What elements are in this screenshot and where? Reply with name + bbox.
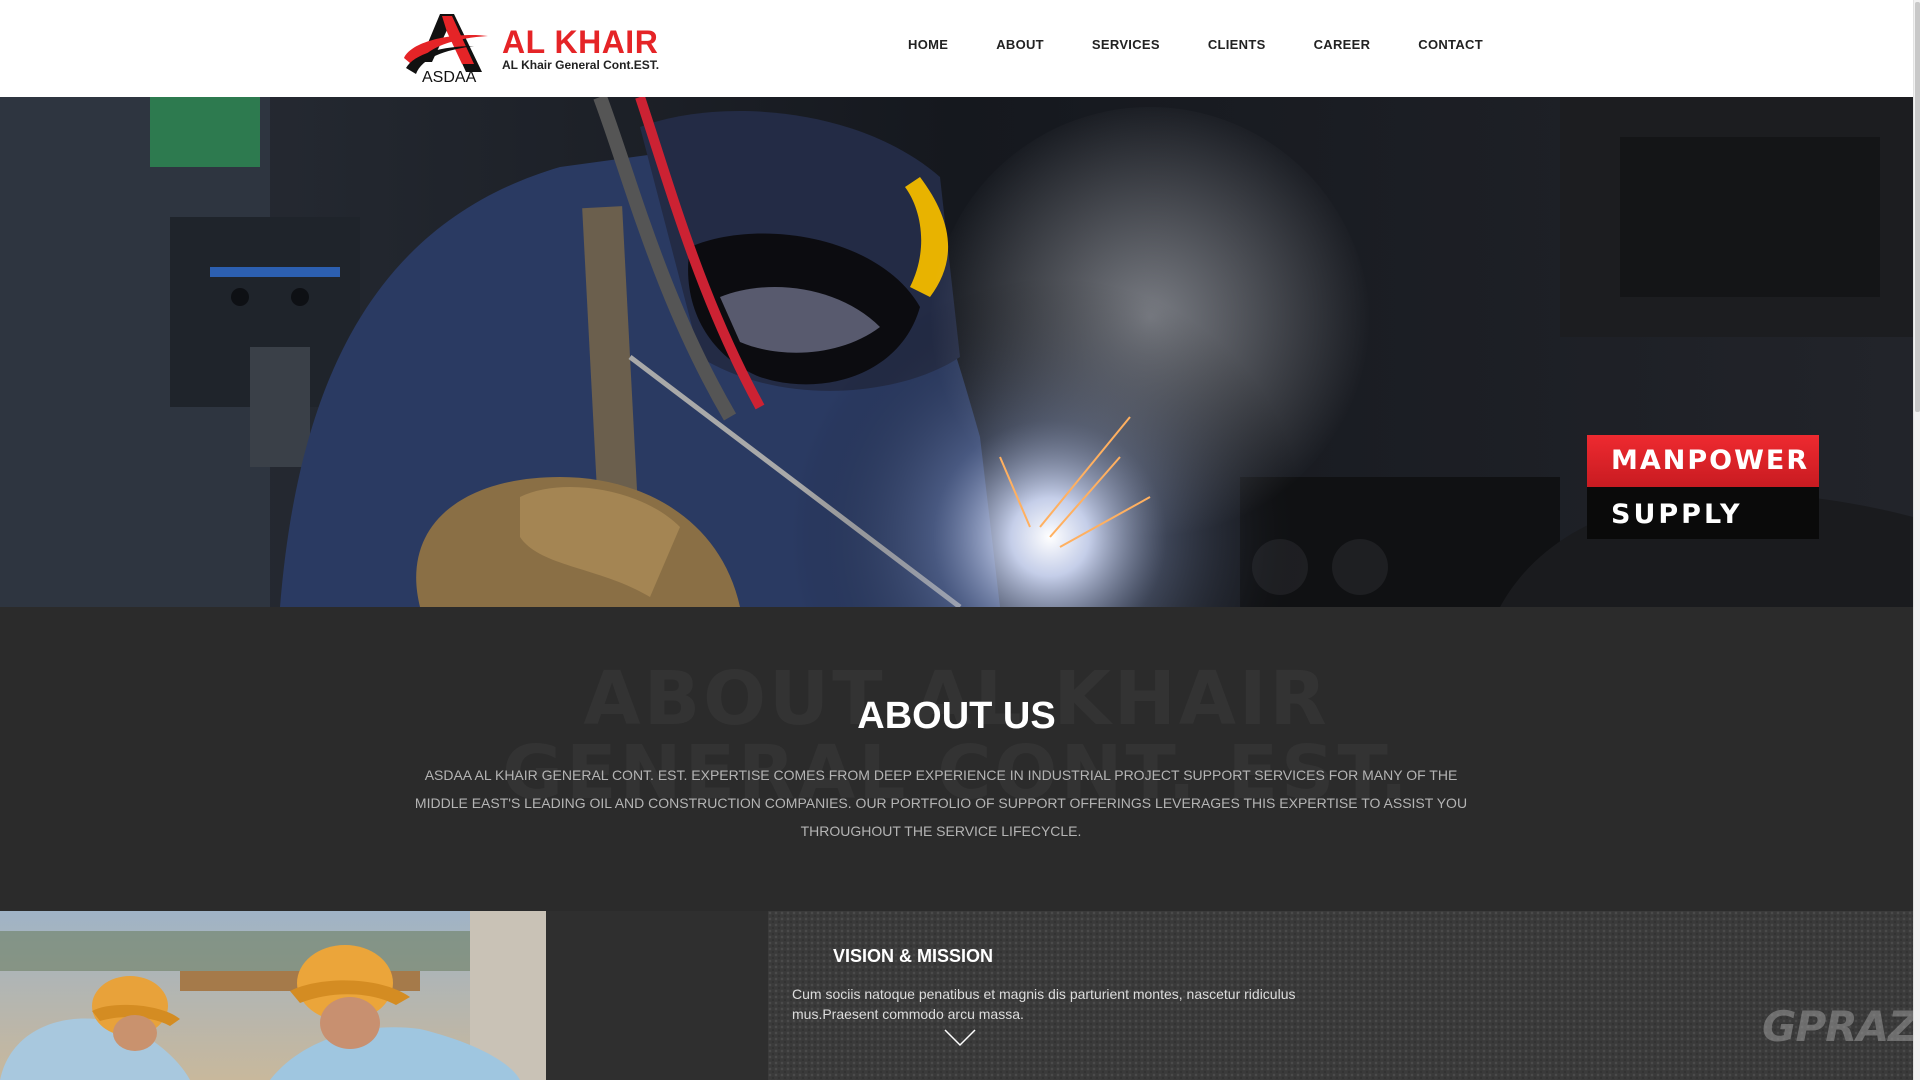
chevron-down-icon[interactable]	[944, 1029, 976, 1047]
logo-a-swoosh-icon: ASDAA	[404, 14, 488, 85]
svg-text:ASDAA: ASDAA	[422, 69, 477, 85]
nav-clients[interactable]: CLIENTS	[1208, 37, 1266, 52]
workers-photo	[0, 911, 546, 1080]
vision-row: VISION & MISSION Cum sociis natoque pena…	[0, 911, 1913, 1080]
hero-slider[interactable]: MANPOWER SUPPLY	[0, 97, 1913, 607]
logo-title: AL KHAIR	[502, 24, 659, 60]
site-header: ASDAA AL KHAIR AL Khair General Cont.EST…	[0, 0, 1913, 97]
nav-home[interactable]: HOME	[908, 37, 948, 52]
watermark-logo: GPRAZAD	[1762, 1002, 1920, 1051]
vision-text: Cum sociis natoque penatibus et magnis d…	[792, 986, 1296, 1022]
vision-title: VISION & MISSION	[833, 946, 994, 966]
nav-contact[interactable]: CONTACT	[1418, 37, 1483, 52]
logo-subtitle: AL Khair General Cont.EST.	[502, 58, 660, 72]
scrollbar-thumb[interactable]	[1915, 2, 1920, 412]
page-scrollbar[interactable]	[1913, 0, 1920, 1080]
nav-career[interactable]: CAREER	[1314, 37, 1371, 52]
nav-about[interactable]: ABOUT	[996, 37, 1044, 52]
site-logo[interactable]: ASDAA AL KHAIR AL Khair General Cont.EST…	[402, 10, 662, 85]
hero-caption-line-1: MANPOWER	[1587, 435, 1819, 487]
about-title: ABOUT US	[857, 695, 1056, 737]
hero-caption: MANPOWER SUPPLY	[1587, 435, 1819, 539]
about-text: ASDAA AL KHAIR GENERAL CONT. EST. EXPERT…	[414, 767, 1468, 839]
main-nav: HOME ABOUT SERVICES CLIENTS CAREER CONTA…	[908, 37, 1483, 52]
vision-mission-panel: VISION & MISSION Cum sociis natoque pena…	[768, 911, 1913, 1080]
hero-caption-line-2: SUPPLY	[1587, 487, 1819, 539]
about-section: ABOUT AL KHAIR GENERAL CONT. EST. ABOUT …	[0, 607, 1913, 911]
nav-services[interactable]: SERVICES	[1092, 37, 1160, 52]
